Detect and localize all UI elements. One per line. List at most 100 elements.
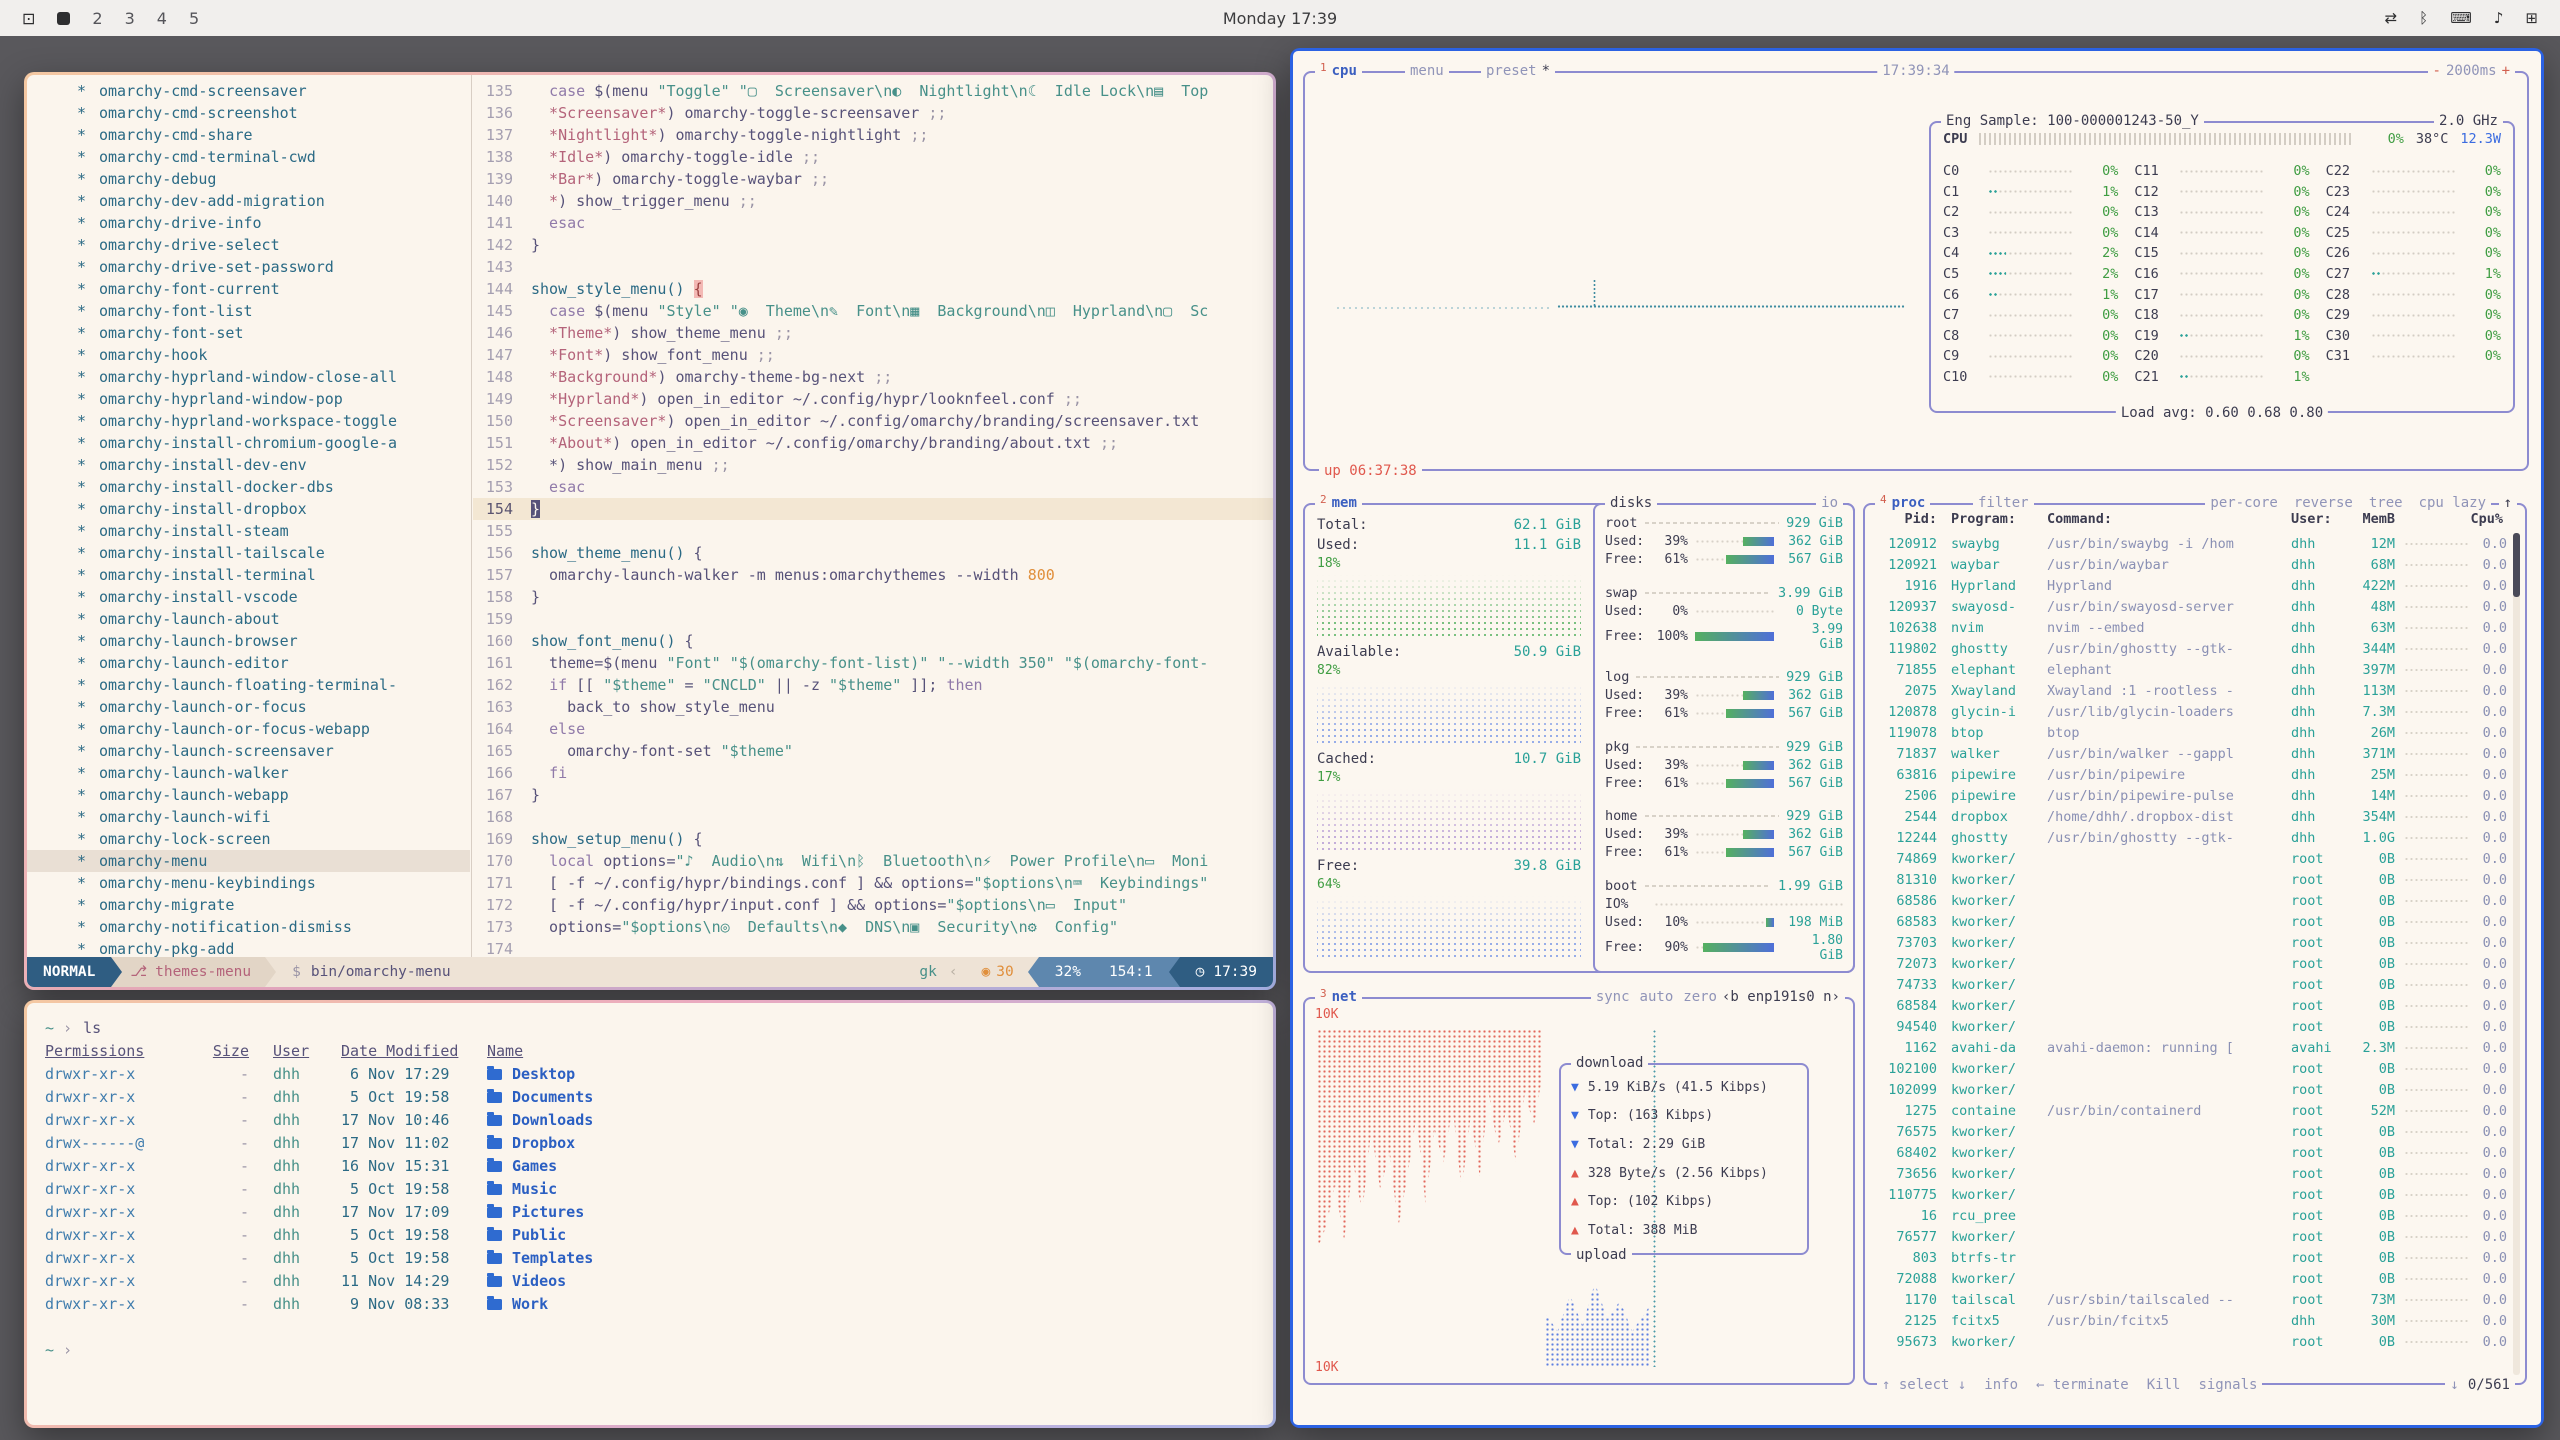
process-row[interactable]: 2506pipewire/usr/bin/pipewire-pulsedhh14…: [1873, 785, 2507, 806]
network-interface[interactable]: ‹b enp191s0 n›: [1722, 987, 1840, 1007]
file-list-item[interactable]: *omarchy-cmd-screensaver: [27, 80, 470, 102]
process-row[interactable]: 76577kworker/root0B0.0: [1873, 1226, 2507, 1247]
folder-name[interactable]: Desktop: [487, 1063, 575, 1086]
scroll-down-indicator[interactable]: ↓: [2450, 1375, 2458, 1395]
code-line[interactable]: 155: [473, 520, 1273, 542]
code-line[interactable]: 136 *Screensaver*) omarchy-toggle-screen…: [473, 102, 1273, 124]
file-list-item[interactable]: *omarchy-menu-keybindings: [27, 872, 470, 894]
folder-name[interactable]: Dropbox: [487, 1132, 575, 1155]
code-line[interactable]: 162 if [[ "$theme" = "CNCLD" || -z "$the…: [473, 674, 1273, 696]
code-line[interactable]: 149 *Hyprland*) open_in_editor ~/.config…: [473, 388, 1273, 410]
file-list-item[interactable]: *omarchy-launch-editor: [27, 652, 470, 674]
file-list-item[interactable]: *omarchy-lock-screen: [27, 828, 470, 850]
code-line[interactable]: 156show_theme_menu() {: [473, 542, 1273, 564]
file-list-item[interactable]: *omarchy-cmd-terminal-cwd: [27, 146, 470, 168]
proc-footer-button[interactable]: Kill: [2147, 1375, 2181, 1395]
code-line[interactable]: 152 *) show_main_menu ;;: [473, 454, 1273, 476]
workspace-screenshare-icon[interactable]: ⊡: [22, 9, 35, 28]
code-line[interactable]: 174: [473, 938, 1273, 957]
process-row[interactable]: 120912swaybg/usr/bin/swaybg -i /homdhh12…: [1873, 533, 2507, 554]
process-row[interactable]: 803btrfs-trroot0B0.0: [1873, 1247, 2507, 1268]
io-toggle[interactable]: io: [1816, 493, 1843, 513]
process-row[interactable]: 73703kworker/root0B0.0: [1873, 932, 2507, 953]
code-line[interactable]: 147 *Font*) show_font_menu ;;: [473, 344, 1273, 366]
file-list-item[interactable]: *omarchy-launch-floating-terminal-: [27, 674, 470, 696]
interval-increase-button[interactable]: +: [2502, 61, 2510, 81]
code-line[interactable]: 168: [473, 806, 1273, 828]
file-list-item[interactable]: *omarchy-hyprland-workspace-toggle: [27, 410, 470, 432]
file-list-item[interactable]: *omarchy-drive-select: [27, 234, 470, 256]
net-tab-zero[interactable]: zero: [1683, 987, 1717, 1007]
terminal-body[interactable]: ~ › ls PermissionsSizeUserDate ModifiedN…: [27, 1003, 1273, 1425]
process-row[interactable]: 71837walker/usr/bin/walker --gappldhh371…: [1873, 743, 2507, 764]
sort-selector[interactable]: cpu lazy: [2419, 493, 2486, 513]
workspace-active-indicator[interactable]: [57, 12, 70, 25]
file-list-item[interactable]: *omarchy-launch-about: [27, 608, 470, 630]
code-line[interactable]: 146 *Theme*) show_theme_menu ;;: [473, 322, 1273, 344]
code-line[interactable]: 144show_style_menu() {: [473, 278, 1273, 300]
folder-name[interactable]: Music: [487, 1178, 557, 1201]
proc-footer-button[interactable]: info: [1984, 1375, 2018, 1395]
file-list-item[interactable]: *omarchy-migrate: [27, 894, 470, 916]
process-row[interactable]: 102638nvimnvim --embeddhh63M0.0: [1873, 617, 2507, 638]
file-list-item[interactable]: *omarchy-install-tailscale: [27, 542, 470, 564]
process-row[interactable]: 72088kworker/root0B0.0: [1873, 1268, 2507, 1289]
process-row[interactable]: 2544dropbox/home/dhh/.dropbox-distdhh354…: [1873, 806, 2507, 827]
process-row[interactable]: 2125fcitx5/usr/bin/fcitx5dhh30M0.0: [1873, 1310, 2507, 1331]
folder-name[interactable]: Templates: [487, 1247, 593, 1270]
file-list-pane[interactable]: *omarchy-cmd-screensaver*omarchy-cmd-scr…: [27, 80, 470, 957]
file-list-item[interactable]: *omarchy-launch-or-focus: [27, 696, 470, 718]
process-row[interactable]: 16rcu_preeroot0B0.0: [1873, 1205, 2507, 1226]
process-row[interactable]: 94540kworker/root0B0.0: [1873, 1016, 2507, 1037]
proc-option-tree[interactable]: tree: [2369, 493, 2403, 513]
code-line[interactable]: 137 *Nightlight*) omarchy-toggle-nightli…: [473, 124, 1273, 146]
code-line[interactable]: 163 back_to show_style_menu: [473, 696, 1273, 718]
file-list-item[interactable]: *omarchy-install-dev-env: [27, 454, 470, 476]
code-line[interactable]: 140 *) show_trigger_menu ;;: [473, 190, 1273, 212]
workspace-4[interactable]: 4: [157, 9, 167, 28]
process-row[interactable]: 119078btopbtopdhh26M0.0: [1873, 722, 2507, 743]
process-row[interactable]: 76575kworker/root0B0.0: [1873, 1121, 2507, 1142]
process-row[interactable]: 102099kworker/root0B0.0: [1873, 1079, 2507, 1100]
net-tab-sync[interactable]: sync: [1596, 987, 1630, 1007]
file-list-item[interactable]: *omarchy-cmd-share: [27, 124, 470, 146]
process-row[interactable]: 74733kworker/root0B0.0: [1873, 974, 2507, 995]
file-list-item[interactable]: *omarchy-launch-screensaver: [27, 740, 470, 762]
file-list-item[interactable]: *omarchy-hyprland-window-close-all: [27, 366, 470, 388]
process-row[interactable]: 1162avahi-daavahi-daemon: running [avahi…: [1873, 1037, 2507, 1058]
process-row[interactable]: 68402kworker/root0B0.0: [1873, 1142, 2507, 1163]
terminal-prompt-line[interactable]: ~ ›: [45, 1339, 1255, 1362]
process-row[interactable]: 71855elephantelephantdhh397M0.0: [1873, 659, 2507, 680]
keyboard-icon[interactable]: ⌨: [2450, 9, 2472, 27]
file-list-item[interactable]: *omarchy-launch-wifi: [27, 806, 470, 828]
folder-name[interactable]: Videos: [487, 1270, 566, 1293]
code-line[interactable]: 150 *Screensaver*) open_in_editor ~/.con…: [473, 410, 1273, 432]
code-line[interactable]: 166 fi: [473, 762, 1273, 784]
file-list-item[interactable]: *omarchy-install-chromium-google-a: [27, 432, 470, 454]
file-list-item[interactable]: *omarchy-launch-or-focus-webapp: [27, 718, 470, 740]
process-row[interactable]: 102100kworker/root0B0.0: [1873, 1058, 2507, 1079]
bluetooth-icon[interactable]: ᛒ: [2419, 9, 2428, 27]
screencast-icon[interactable]: ⇄: [2385, 9, 2398, 27]
code-line[interactable]: 171 [ -f ~/.config/hypr/bindings.conf ] …: [473, 872, 1273, 894]
proc-option-reverse[interactable]: reverse: [2294, 493, 2353, 513]
code-line[interactable]: 139 *Bar*) omarchy-toggle-waybar ;;: [473, 168, 1273, 190]
file-list-item[interactable]: *omarchy-install-terminal: [27, 564, 470, 586]
file-list-item[interactable]: *omarchy-hook: [27, 344, 470, 366]
apps-icon[interactable]: ⊞: [2525, 9, 2538, 27]
code-line[interactable]: 167}: [473, 784, 1273, 806]
menu-button[interactable]: menu: [1405, 61, 1449, 81]
volume-icon[interactable]: ♪: [2494, 9, 2504, 27]
file-list-item[interactable]: *omarchy-font-current: [27, 278, 470, 300]
code-pane[interactable]: 135 case $(menu "Toggle" "▢ Screensaver\…: [473, 80, 1273, 957]
process-row[interactable]: 1275containe/usr/bin/containerdroot52M0.…: [1873, 1100, 2507, 1121]
code-line[interactable]: 169show_setup_menu() {: [473, 828, 1273, 850]
interval-decrease-button[interactable]: -: [2433, 61, 2441, 81]
folder-name[interactable]: Public: [487, 1224, 566, 1247]
code-line[interactable]: 142}: [473, 234, 1273, 256]
folder-name[interactable]: Documents: [487, 1086, 593, 1109]
code-line[interactable]: 145 case $(menu "Style" "◉ Theme\n✎ Font…: [473, 300, 1273, 322]
code-line[interactable]: 154}: [473, 498, 1273, 520]
code-line[interactable]: 160show_font_menu() {: [473, 630, 1273, 652]
process-row[interactable]: 74869kworker/root0B0.0: [1873, 848, 2507, 869]
